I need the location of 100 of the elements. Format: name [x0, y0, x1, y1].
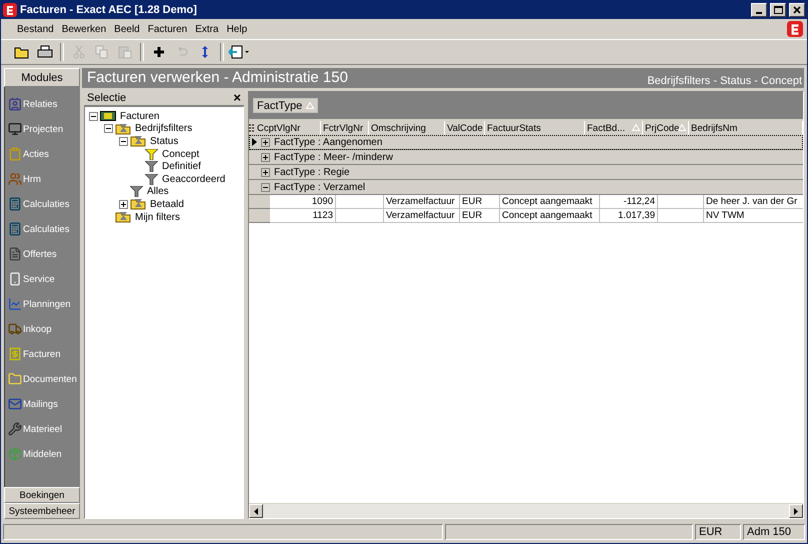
- module-item[interactable]: Offertes: [8, 245, 80, 263]
- expand-button[interactable]: [261, 138, 270, 146]
- expand-button[interactable]: [119, 200, 128, 209]
- tree-item[interactable]: Status: [148, 136, 180, 147]
- table-cell: [336, 195, 384, 209]
- table-cell: De heer J. van der Gr: [704, 195, 803, 209]
- module-item[interactable]: Calculaties: [8, 195, 80, 213]
- table-cell: EUR: [460, 209, 500, 223]
- left-arrow-icon: [254, 508, 258, 514]
- close-button[interactable]: ×: [233, 92, 241, 104]
- tree-item[interactable]: Bedrijfsfilters: [133, 123, 194, 134]
- table-cell: Concept aangemaakt: [500, 209, 600, 223]
- module-item[interactable]: Service: [8, 270, 80, 288]
- tree-item[interactable]: Betaald: [148, 198, 186, 210]
- module-item[interactable]: Middelen: [8, 445, 80, 463]
- sort-arrow-icon: [678, 124, 686, 131]
- horizontal-scrollbar[interactable]: [249, 503, 803, 518]
- menu-item[interactable]: Extra: [191, 24, 223, 34]
- scroll-left-button[interactable]: [249, 504, 263, 518]
- group-label: FactType : Verzamel: [274, 182, 366, 192]
- table-cell: [336, 209, 384, 223]
- module-item[interactable]: Materieel: [8, 420, 80, 438]
- truck-icon: [8, 322, 22, 336]
- module-item[interactable]: Relaties: [8, 95, 80, 113]
- section-button[interactable]: Systeembeheer: [4, 503, 80, 519]
- menu-item[interactable]: Facturen: [144, 24, 192, 34]
- calculator-icon: [8, 222, 22, 236]
- module-item[interactable]: Acties: [8, 145, 80, 163]
- close-icon: [793, 6, 801, 14]
- clipboard-icon: [118, 45, 132, 59]
- sort-arrow-icon: [306, 102, 314, 109]
- tree-item[interactable]: Facturen: [118, 110, 162, 122]
- section-button[interactable]: Boekingen: [4, 487, 80, 503]
- table-cell: 1.017,39: [600, 209, 658, 223]
- collapse-button[interactable]: [119, 136, 128, 146]
- plus-icon: [262, 138, 269, 146]
- refresh-icon: [200, 45, 210, 59]
- row-selector[interactable]: [249, 209, 270, 223]
- menu-item[interactable]: Help: [222, 24, 252, 34]
- expand-button[interactable]: [261, 168, 270, 176]
- module-item[interactable]: Calculaties: [8, 220, 80, 238]
- group-by-chip[interactable]: FactType: [253, 98, 318, 113]
- right-arrow-icon: [794, 508, 798, 514]
- tree-item[interactable]: Mijn filters: [133, 212, 182, 223]
- tree-item[interactable]: Geaccordeerd: [160, 174, 228, 185]
- people-icon: [8, 172, 22, 186]
- menu-item[interactable]: Beeld: [110, 24, 144, 34]
- group-row[interactable]: FactType : Regie: [249, 165, 803, 180]
- monitor-icon: [8, 122, 22, 136]
- status-administration: Adm 150: [743, 524, 805, 540]
- group-row[interactable]: FactType : Verzamel: [249, 180, 803, 195]
- exit-icon: [228, 45, 250, 59]
- group-row[interactable]: FactType : Meer- /minderw: [249, 150, 803, 165]
- modules-header: Modules: [4, 68, 80, 87]
- group-label: FactType : Regie: [274, 166, 350, 178]
- plus-icon: [262, 154, 269, 160]
- menu-item[interactable]: Bewerken: [58, 24, 110, 34]
- minimize-button[interactable]: [751, 3, 767, 17]
- close-button[interactable]: [789, 3, 805, 17]
- table-cell: 1123: [270, 209, 336, 223]
- table-cell: -112,24: [600, 195, 658, 209]
- plus-icon: [120, 200, 127, 208]
- group-row[interactable]: FactType : Aangenomen: [249, 135, 803, 150]
- undo-icon: [176, 46, 188, 58]
- module-item[interactable]: Mailings: [8, 395, 80, 413]
- tree-item[interactable]: Concept: [160, 148, 202, 160]
- module-item[interactable]: Facturen: [8, 345, 80, 363]
- breadcrumb: Bedrijfsfilters - Status - Concept: [647, 75, 802, 88]
- group-label: FactType : Aangenomen: [274, 136, 382, 148]
- maximize-button[interactable]: [770, 3, 786, 17]
- menu-item[interactable]: Bestand: [13, 24, 58, 34]
- expand-button[interactable]: [261, 152, 270, 162]
- package-icon: [8, 447, 22, 461]
- receipt-icon: [8, 347, 22, 361]
- table-cell: Concept aangemaakt: [500, 195, 600, 209]
- collapse-button[interactable]: [89, 112, 98, 121]
- clipboard-icon: [8, 147, 22, 161]
- table-cell: Verzamelfactuur: [384, 195, 460, 209]
- document-icon: [8, 247, 22, 261]
- table-cell: EUR: [460, 195, 500, 209]
- module-item[interactable]: Planningen: [8, 295, 80, 313]
- table-cell: [658, 209, 704, 223]
- scroll-right-button[interactable]: [789, 504, 803, 518]
- collapse-button[interactable]: [261, 182, 270, 192]
- copy-icon: [95, 45, 109, 59]
- page-title: Facturen verwerken - Administratie 150: [87, 68, 348, 88]
- module-item[interactable]: Documenten: [8, 370, 80, 388]
- tree-item[interactable]: Alles: [145, 186, 171, 198]
- table-cell: Verzamelfactuur: [384, 209, 460, 223]
- table-cell: NV TWM: [704, 209, 803, 223]
- chart-icon: [8, 297, 22, 311]
- collapse-button[interactable]: [104, 124, 113, 134]
- module-item[interactable]: Projecten: [8, 120, 80, 138]
- tree-item[interactable]: Definitief: [160, 161, 203, 172]
- plus-icon: [262, 168, 269, 176]
- printer-icon: [37, 45, 53, 59]
- table-cell: [658, 195, 704, 209]
- module-item[interactable]: Hrm: [8, 170, 80, 188]
- calculator-icon: [8, 197, 22, 211]
- module-item[interactable]: Inkoop: [8, 320, 80, 338]
